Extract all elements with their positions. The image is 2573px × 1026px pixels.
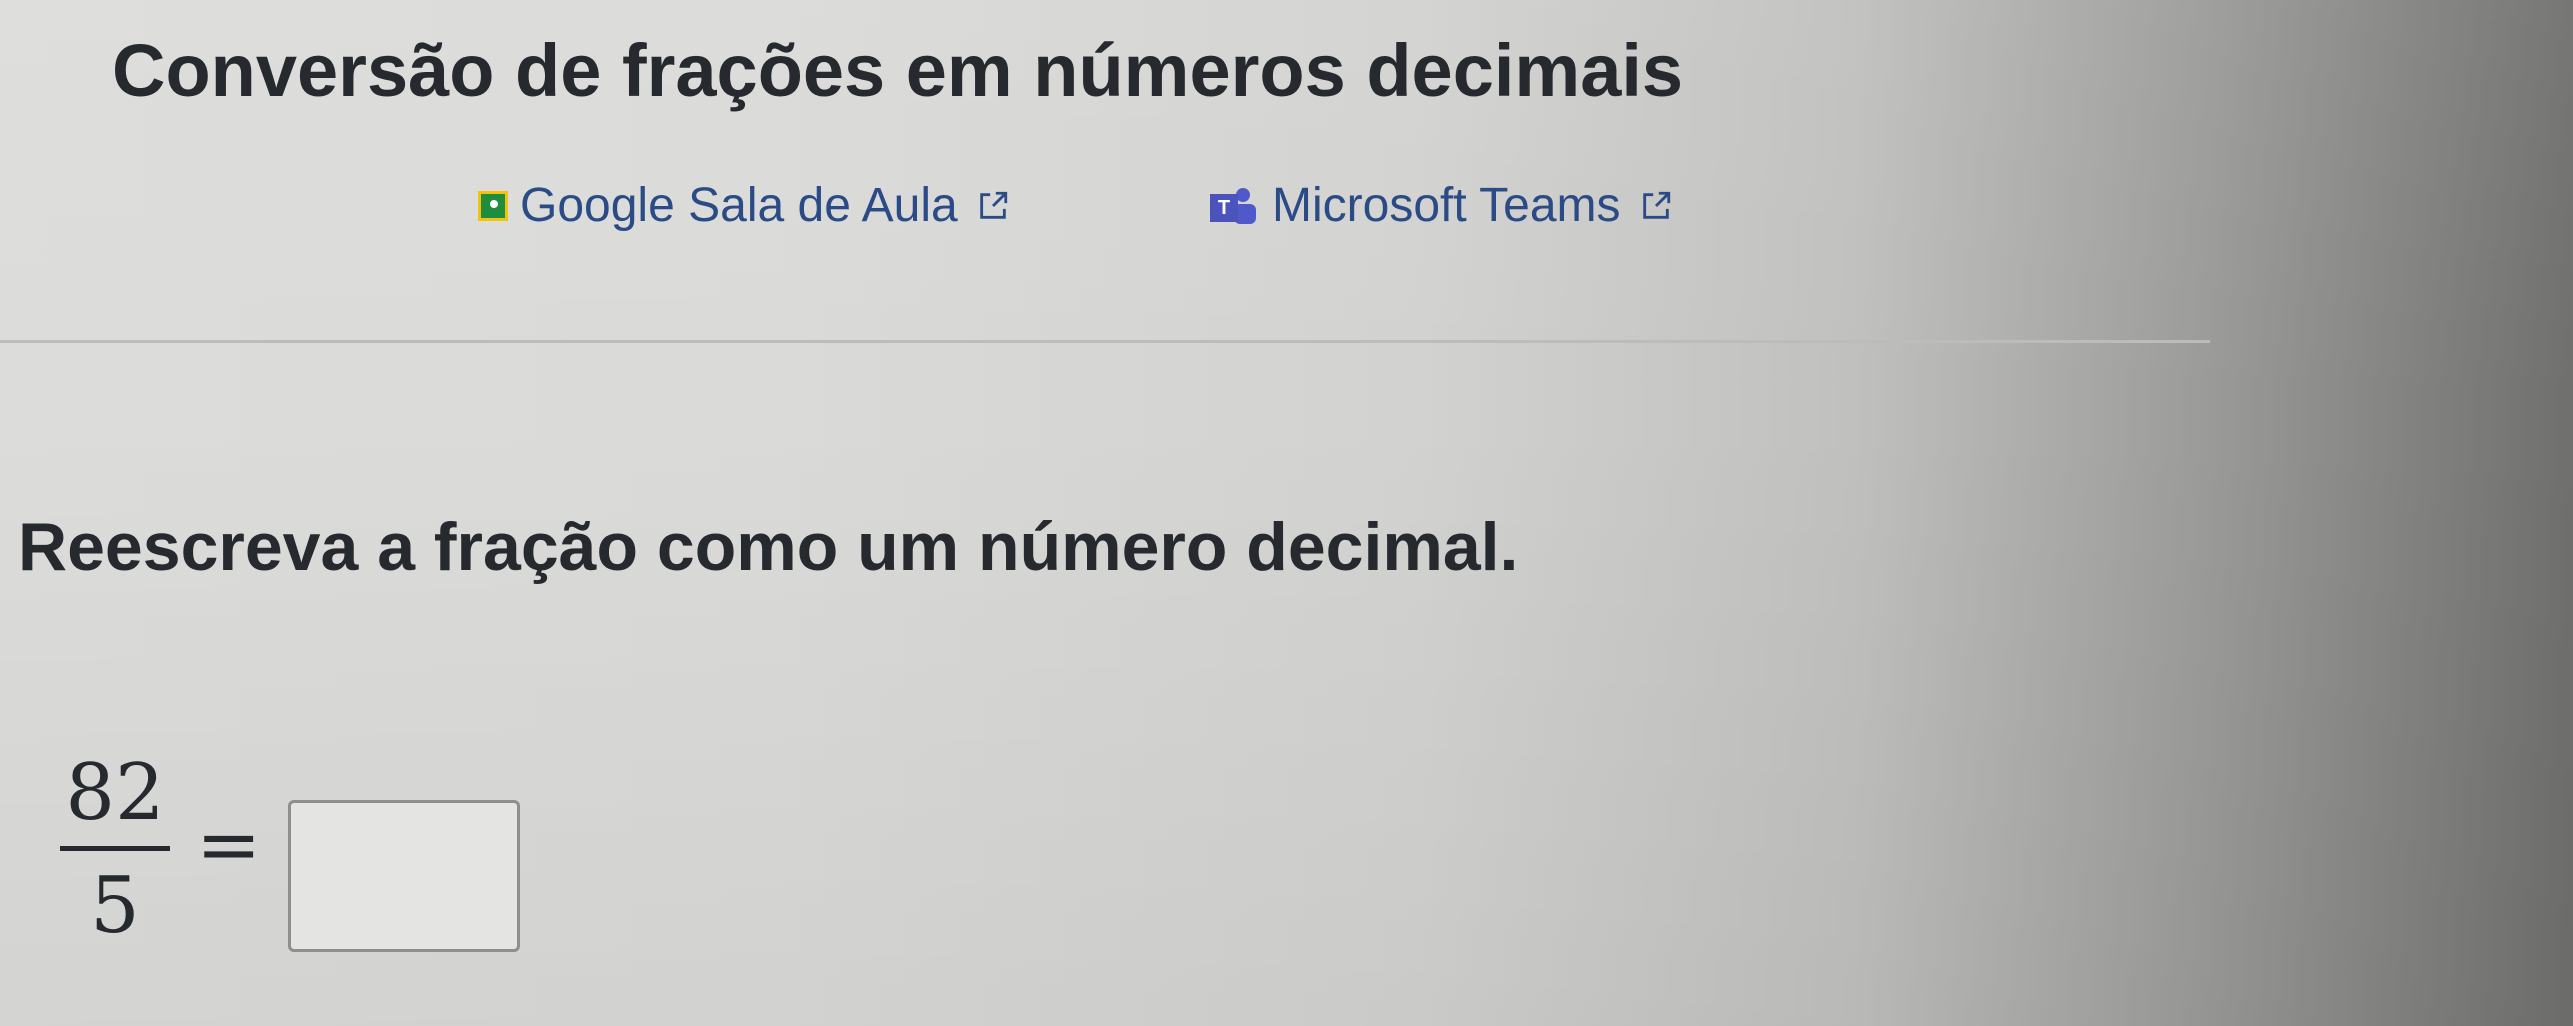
equals-sign: = <box>196 800 262 890</box>
page-title: Conversão de frações em números decimais <box>112 29 1684 112</box>
fraction-denominator: 5 <box>90 861 140 951</box>
google-classroom-link[interactable]: Google Sala de Aula <box>478 178 1010 233</box>
exercise-instruction: Reescreva a fração como um número decima… <box>18 509 1519 585</box>
answer-input[interactable] <box>288 800 520 952</box>
microsoft-teams-icon: T <box>1210 187 1260 224</box>
share-links: Google Sala de Aula T Microsoft Teams <box>0 178 2573 258</box>
fraction: 82 5 <box>40 748 190 951</box>
microsoft-teams-link[interactable]: T Microsoft Teams <box>1210 178 1673 233</box>
external-link-icon <box>979 191 1007 219</box>
fraction-numerator: 82 <box>65 748 165 838</box>
fraction-bar <box>60 846 170 851</box>
google-classroom-label: Google Sala de Aula <box>520 179 958 232</box>
section-divider <box>0 340 2210 343</box>
microsoft-teams-label: Microsoft Teams <box>1272 179 1621 232</box>
external-link-icon <box>1642 191 1670 219</box>
google-classroom-icon <box>478 190 508 221</box>
